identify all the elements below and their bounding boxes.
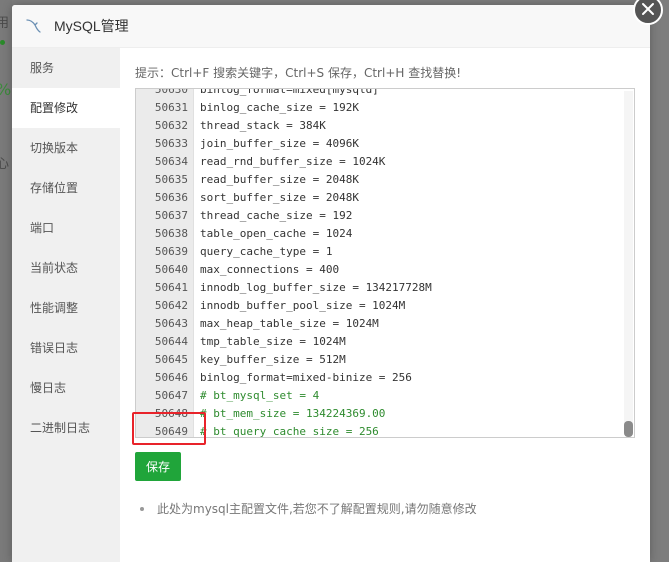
editor-line[interactable]: 50646 binlog_format=mixed-binize = 256 [136, 369, 634, 387]
line-number: 50648 [154, 407, 188, 420]
line-code[interactable]: read_rnd_buffer_size = 1024K [194, 153, 385, 171]
line-code[interactable]: # bt_mysql_set = 4 [194, 387, 319, 405]
line-code[interactable]: table_open_cache = 1024 [194, 225, 352, 243]
line-code[interactable]: join_buffer_size = 4096K [194, 135, 359, 153]
sidebar: 服务 配置修改 切换版本 存储位置 端口 当前状态 性能调整 错误日志 慢日志 二进制日志 [12, 48, 120, 562]
editor-line[interactable]: 50645 key_buffer_size = 512M [136, 351, 634, 369]
line-number: 50640 [154, 263, 188, 276]
editor-line[interactable]: 50630 binlog_format=mixed[mysqld] [136, 88, 634, 99]
bullet-icon [140, 506, 144, 511]
line-number: 50635 [154, 173, 188, 186]
sidebar-item[interactable]: 慢日志 [12, 368, 120, 408]
line-code[interactable]: # bt_mem_size = 134224369.00 [194, 405, 385, 423]
sidebar-item[interactable]: 存储位置 [12, 168, 120, 208]
line-code[interactable]: query_cache_type = 1 [194, 243, 332, 261]
sidebar-item[interactable]: 性能调整 [12, 288, 120, 328]
line-number: 50630 [154, 88, 188, 96]
editor-line[interactable]: 50643 max_heap_table_size = 1024M [136, 315, 634, 333]
sidebar-item[interactable]: 配置修改 [12, 88, 120, 128]
line-number: 50645 [154, 353, 188, 366]
config-note-text: 此处为mysql主配置文件,若您不了解配置规则,请勿随意修改 [157, 502, 477, 516]
editor-line[interactable]: 50634 read_rnd_buffer_size = 1024K [136, 153, 634, 171]
line-number: 50641 [154, 281, 188, 294]
editor-line[interactable]: 50638 table_open_cache = 1024 [136, 225, 634, 243]
background-status-dot [0, 40, 5, 45]
editor-line[interactable]: 50642 innodb_buffer_pool_size = 1024M [136, 297, 634, 315]
scrollbar-thumb[interactable] [624, 421, 633, 437]
line-code[interactable]: innodb_buffer_pool_size = 1024M [194, 297, 405, 315]
editor-line[interactable]: 50633 join_buffer_size = 4096K [136, 135, 634, 153]
sidebar-item[interactable]: 服务 [12, 48, 120, 88]
line-code[interactable]: sort_buffer_size = 2048K [194, 189, 359, 207]
main-content: 提示：Ctrl+F 搜索关键字，Ctrl+S 保存，Ctrl+H 查找替换! 5… [120, 48, 650, 562]
background-fragment: 心 [0, 157, 10, 172]
editor-scrollbar[interactable] [624, 91, 633, 437]
editor-line[interactable]: 50632 thread_stack = 384K [136, 117, 634, 135]
dialog-title: MySQL管理 [54, 18, 129, 34]
editor-line[interactable]: 50647 # bt_mysql_set = 4 [136, 387, 634, 405]
line-number: 50632 [154, 119, 188, 132]
line-number: 50637 [154, 209, 188, 222]
editor-lines: 50630 binlog_format=mixed[mysqld] 50631 bin… [136, 88, 634, 438]
editor-line[interactable]: 50637 thread_cache_size = 192 [136, 207, 634, 225]
editor-line[interactable]: 50639 query_cache_type = 1 [136, 243, 634, 261]
sidebar-item[interactable]: 二进制日志 [12, 408, 120, 448]
line-number: 50631 [154, 101, 188, 114]
sidebar-item[interactable]: 端口 [12, 208, 120, 248]
line-number: 50646 [154, 371, 188, 384]
sidebar-item[interactable]: 当前状态 [12, 248, 120, 288]
background-fragment: % [0, 80, 11, 99]
line-code[interactable]: tmp_table_size = 1024M [194, 333, 346, 351]
editor-line[interactable]: 50636 sort_buffer_size = 2048K [136, 189, 634, 207]
config-note: 此处为mysql主配置文件,若您不了解配置规则,请勿随意修改 [135, 500, 477, 517]
shortcut-tip: 提示：Ctrl+F 搜索关键字，Ctrl+S 保存，Ctrl+H 查找替换! [135, 66, 462, 80]
config-editor[interactable]: 50630 binlog_format=mixed[mysqld] 50631 bin… [135, 88, 635, 438]
sidebar-item[interactable]: 切换版本 [12, 128, 120, 168]
mysql-manager-dialog: MySQL管理 服务 配置修改 切换版本 存储位置 端口 当前状态 性能调整 错误日志 慢日志二… [12, 5, 650, 562]
line-code[interactable]: binlog_cache_size = 192K [194, 99, 359, 117]
line-code[interactable]: # bt_query_cache_size = 256 [194, 423, 379, 437]
line-code[interactable]: max_connections = 400 [194, 261, 339, 279]
line-code[interactable]: thread_stack = 384K [194, 117, 326, 135]
line-number: 50633 [154, 137, 188, 150]
line-number: 50638 [154, 227, 188, 240]
line-code[interactable]: max_heap_table_size = 1024M [194, 315, 379, 333]
editor-line[interactable]: 50631 binlog_cache_size = 192K [136, 99, 634, 117]
line-code[interactable]: innodb_log_buffer_size = 134217728M [194, 279, 432, 297]
mysql-dolphin-icon [24, 16, 44, 36]
dialog-titlebar[interactable]: MySQL管理 [12, 5, 650, 48]
line-code[interactable]: key_buffer_size = 512M [194, 351, 346, 369]
line-number: 50636 [154, 191, 188, 204]
close-icon [641, 1, 655, 20]
editor-line[interactable]: 50640 max_connections = 400 [136, 261, 634, 279]
line-code[interactable]: read_buffer_size = 2048K [194, 171, 359, 189]
save-button[interactable]: 保存 [135, 452, 181, 481]
line-number: 50639 [154, 245, 188, 258]
editor-line[interactable]: 50635 read_buffer_size = 2048K [136, 171, 634, 189]
line-code[interactable]: binlog_format=mixed-binize = 256 [194, 369, 412, 387]
editor-line[interactable]: 50649 # bt_query_cache_size = 256 [136, 423, 634, 438]
line-number: 50642 [154, 299, 188, 312]
line-code[interactable]: binlog_format=mixed[mysqld] [194, 89, 379, 99]
line-number: 50647 [154, 389, 188, 402]
line-number: 50643 [154, 317, 188, 330]
background-fragment: 用 [0, 16, 10, 31]
editor-line[interactable]: 50644 tmp_table_size = 1024M [136, 333, 634, 351]
editor-line[interactable]: 50641 innodb_log_buffer_size = 134217728M [136, 279, 634, 297]
line-number: 50649 [154, 425, 188, 438]
sidebar-item[interactable]: 错误日志 [12, 328, 120, 368]
editor-line[interactable]: 50648 # bt_mem_size = 134224369.00 [136, 405, 634, 423]
line-number: 50634 [154, 155, 188, 168]
line-number: 50644 [154, 335, 188, 348]
line-code[interactable]: thread_cache_size = 192 [194, 207, 352, 225]
